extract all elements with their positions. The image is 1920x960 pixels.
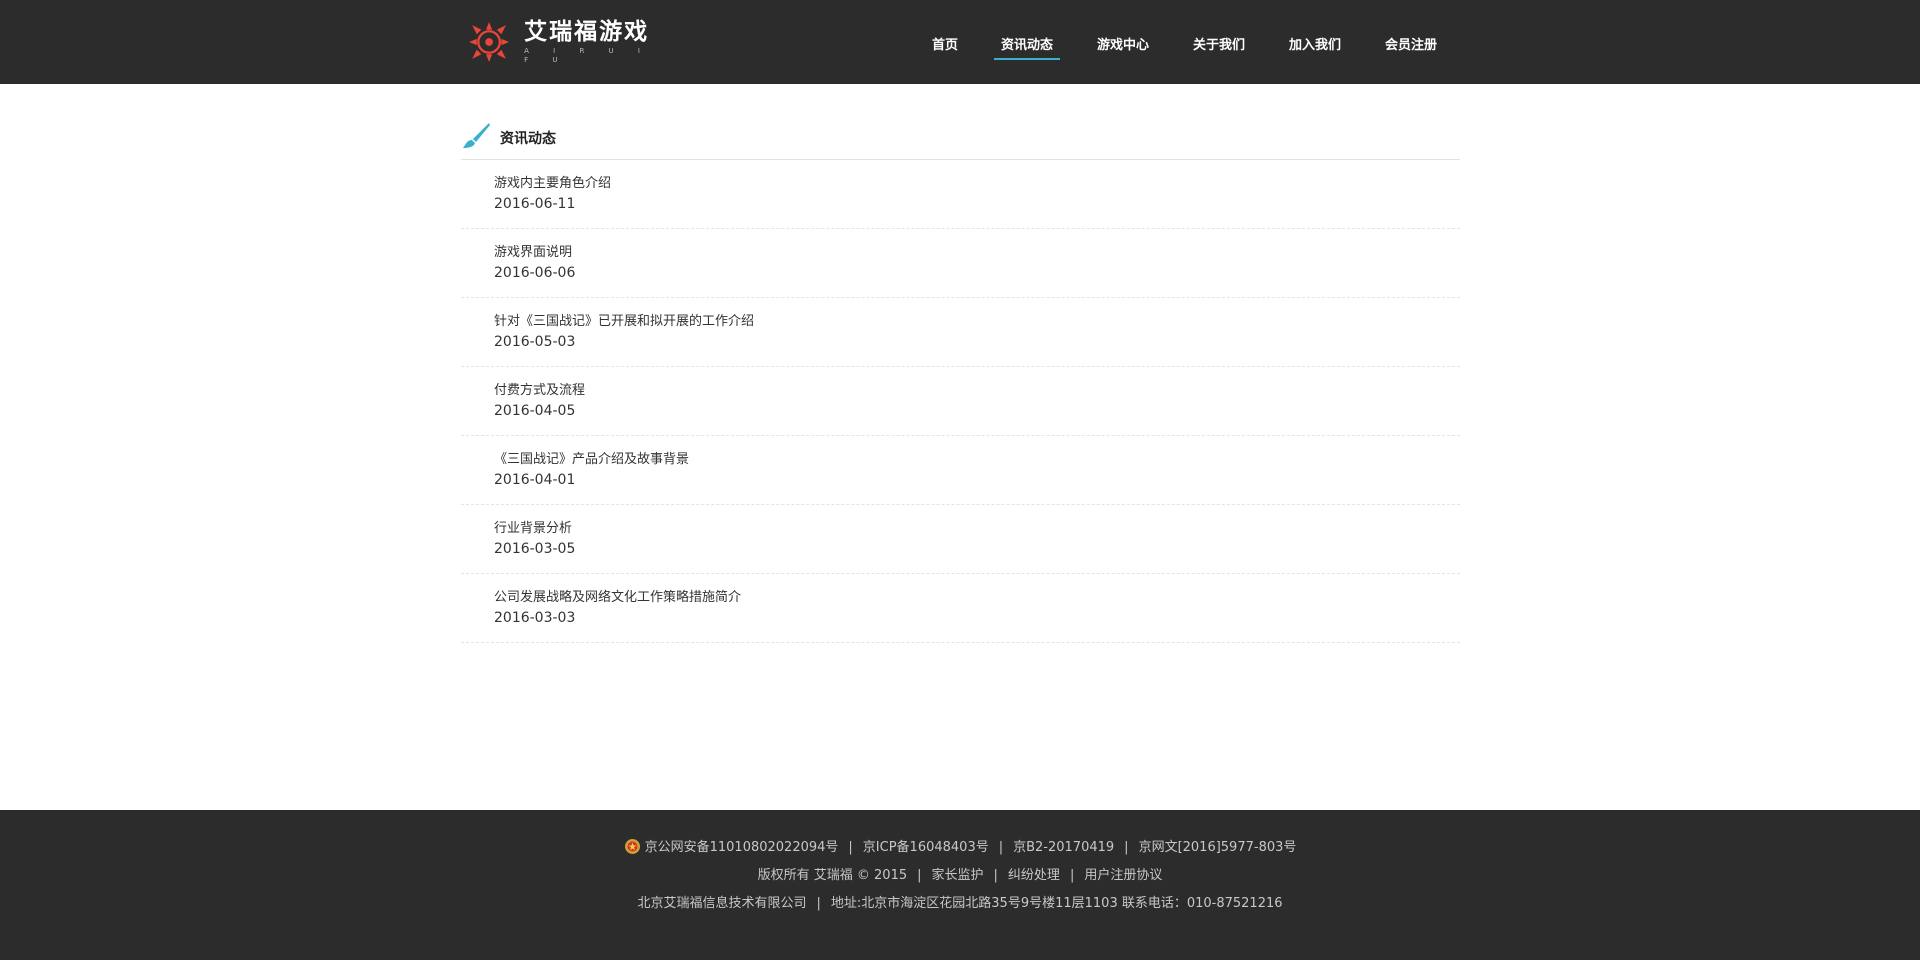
news-item: 行业背景分析 2016-03-05 <box>461 505 1460 574</box>
logo-icon <box>469 21 510 63</box>
nav-join[interactable]: 加入我们 <box>1289 34 1341 54</box>
nav-home[interactable]: 首页 <box>932 34 958 54</box>
news-title-link[interactable]: 游戏界面说明 <box>494 241 572 260</box>
parent-monitor-link[interactable]: 家长监护 <box>932 864 984 883</box>
icp-license-link[interactable]: 京ICP备16048403号 <box>863 836 989 855</box>
separator: | <box>917 868 922 883</box>
company-address: 地址:北京市海淀区花园北路35号9号楼11层1103 联系电话：010-8752… <box>830 896 1283 911</box>
separator: | <box>1069 868 1075 883</box>
news-item: 公司发展战略及网络文化工作策略措施简介 2016-03-03 <box>461 574 1460 643</box>
footer-address-line: 北京艾瑞福信息技术有限公司 | 地址:北京市海淀区花园北路35号9号楼11层1103… <box>0 892 1920 911</box>
news-date: 2016-04-01 <box>494 472 576 488</box>
separator: | <box>848 840 853 855</box>
wangwen-license: 京网文[2016]5977-803号 <box>1138 840 1297 855</box>
news-item: 游戏内主要角色介绍 2016-06-11 <box>461 160 1460 229</box>
news-date: 2016-03-03 <box>494 610 576 626</box>
news-section: 资讯动态 游戏内主要角色介绍 2016-06-11 游戏界面说明 2016-06… <box>461 118 1460 643</box>
news-item: 游戏界面说明 2016-06-06 <box>461 229 1460 298</box>
site-footer: 京公网安备11010802022094号 | 京ICP备16048403号 | 京B2-… <box>0 810 1920 960</box>
site-header: 艾瑞福游戏 A I R U I F U 首页 资讯动态 游戏中心 关于我们 加入… <box>0 0 1920 84</box>
logo-subtext: A I R U I F U <box>524 47 651 64</box>
nav-about[interactable]: 关于我们 <box>1193 34 1245 54</box>
footer-license-line: 京公网安备11010802022094号 | 京ICP备16048403号 | 京B2-… <box>0 836 1920 855</box>
section-header: 资讯动态 <box>461 118 1460 160</box>
copyright-text: 版权所有 艾瑞福 © 2015 <box>757 868 908 883</box>
news-date: 2016-05-03 <box>494 334 576 350</box>
company-name: 北京艾瑞福信息技术有限公司 <box>637 896 807 911</box>
nav-games[interactable]: 游戏中心 <box>1097 34 1149 54</box>
gongan-license-link[interactable]: 京公网安备11010802022094号 <box>645 836 839 855</box>
news-title-link[interactable]: 付费方式及流程 <box>494 379 585 398</box>
news-item: 针对《三国战记》已开展和拟开展的工作介绍 2016-05-03 <box>461 298 1460 367</box>
logo[interactable]: 艾瑞福游戏 A I R U I F U <box>466 10 666 74</box>
user-agreement-link[interactable]: 用户注册协议 <box>1084 864 1162 883</box>
paintbrush-icon <box>463 123 490 148</box>
news-title-link[interactable]: 行业背景分析 <box>494 517 572 536</box>
nav-news[interactable]: 资讯动态 <box>993 34 1061 60</box>
news-date: 2016-04-05 <box>494 403 576 419</box>
news-list: 游戏内主要角色介绍 2016-06-11 游戏界面说明 2016-06-06 针… <box>461 160 1460 643</box>
news-item: 付费方式及流程 2016-04-05 <box>461 367 1460 436</box>
news-title-link[interactable]: 游戏内主要角色介绍 <box>494 172 611 191</box>
news-date: 2016-06-11 <box>494 196 576 212</box>
news-date: 2016-06-06 <box>494 265 576 281</box>
separator: | <box>1124 840 1129 855</box>
separator: | <box>816 896 821 911</box>
news-title-link[interactable]: 针对《三国战记》已开展和拟开展的工作介绍 <box>494 310 754 329</box>
news-item: 《三国战记》产品介绍及故事背景 2016-04-01 <box>461 436 1460 505</box>
separator: | <box>998 840 1004 855</box>
logo-text: 艾瑞福游戏 <box>524 19 650 45</box>
b2-license: 京B2-20170419 <box>1013 840 1115 855</box>
news-title-link[interactable]: 《三国战记》产品介绍及故事背景 <box>494 448 689 467</box>
nav-register[interactable]: 会员注册 <box>1385 34 1437 54</box>
section-title: 资讯动态 <box>500 131 556 147</box>
news-title-link[interactable]: 公司发展战略及网络文化工作策略措施简介 <box>494 586 741 605</box>
police-badge-icon <box>624 839 640 854</box>
news-date: 2016-03-05 <box>494 541 576 557</box>
footer-copyright-line: 版权所有 艾瑞福 © 2015 | 家长监护 | 纠纷处理 | 用户注册协议 <box>0 864 1920 883</box>
dispute-link[interactable]: 纠纷处理 <box>1008 864 1060 883</box>
separator: | <box>993 868 998 883</box>
